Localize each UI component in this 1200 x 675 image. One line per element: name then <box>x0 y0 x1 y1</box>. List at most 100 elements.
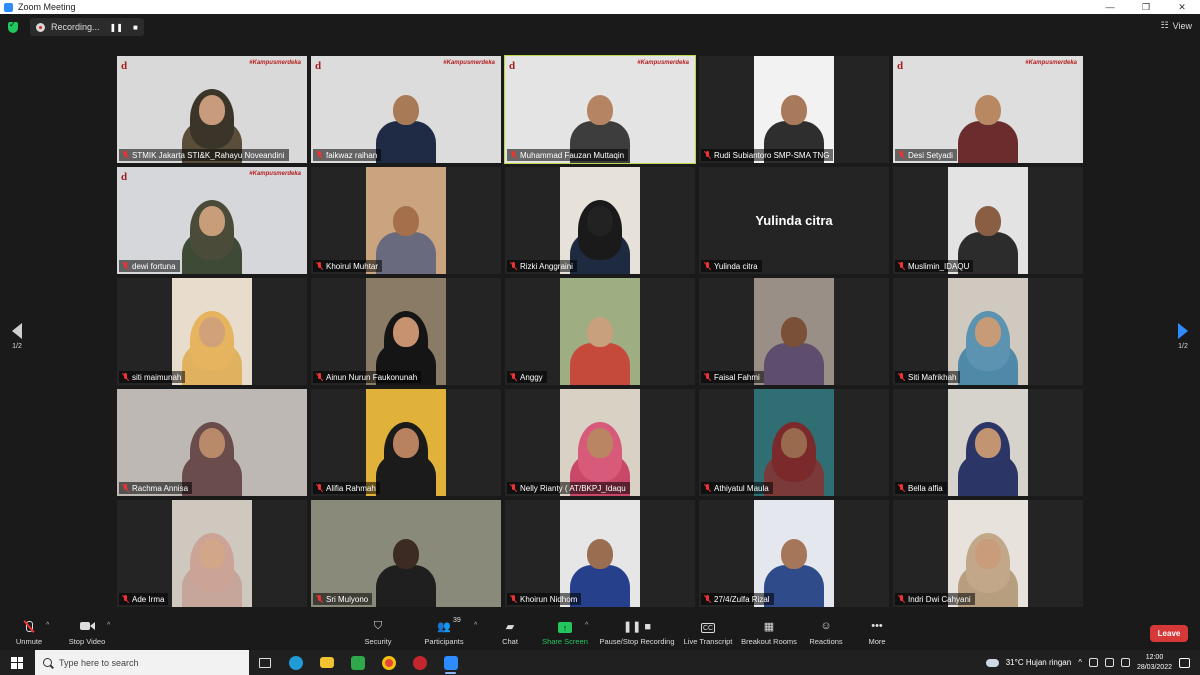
muted-mic-icon <box>510 151 517 159</box>
view-label: View <box>1172 20 1192 31</box>
muted-mic-icon <box>122 484 129 492</box>
network-icon[interactable] <box>1088 658 1098 667</box>
close-button[interactable]: ✕ <box>1164 2 1200 13</box>
participant-tile[interactable]: d #Kampusmerdeka STMIK Jakarta STI&K_Rahay… <box>117 56 307 163</box>
participants-button[interactable]: 👥 39 Participants <box>423 616 465 650</box>
event-hashtag: #Kampusmerdeka <box>1025 60 1077 66</box>
muted-mic-icon <box>704 151 711 159</box>
participant-tile[interactable]: Khoirul Muhtar <box>311 167 501 274</box>
participant-name-label: Muhammad Fauzan Muttaqin <box>507 149 629 161</box>
notification-center-icon[interactable] <box>1179 657 1190 668</box>
volume-icon[interactable] <box>1104 658 1114 667</box>
event-logo: d <box>121 171 128 183</box>
minimize-button[interactable]: — <box>1092 2 1128 12</box>
pause-stop-recording-button[interactable]: ❚❚ ■ Pause/Stop Recording <box>599 616 674 650</box>
share-options-caret[interactable]: ^ <box>585 622 588 629</box>
participant-tile[interactable]: d #Kampusmerdeka dewi fortuna <box>117 167 307 274</box>
video-feed <box>754 500 834 607</box>
participant-name: faikwaz raihan <box>326 150 378 160</box>
restore-button[interactable]: ❐ <box>1128 2 1164 13</box>
language-icon[interactable] <box>1120 658 1130 667</box>
window-titlebar: Zoom Meeting — ❐ ✕ <box>0 0 1200 14</box>
chat-button[interactable]: ▰ Chat <box>499 616 521 650</box>
encryption-shield-icon[interactable] <box>8 20 18 33</box>
event-logo: d <box>897 60 904 72</box>
participant-tile[interactable]: siti maimunah <box>117 278 307 385</box>
participant-tile[interactable]: d #Kampusmerdeka Muhammad Fauzan Muttaqin <box>504 55 696 164</box>
edge-browser-icon[interactable] <box>280 650 311 675</box>
participant-name: Alifia Rahmah <box>326 483 376 493</box>
show-hidden-icons-chevron-icon[interactable]: ^ <box>1078 658 1082 667</box>
participant-tile[interactable]: Yulinda citra Yulinda citra <box>699 167 889 274</box>
previous-page-button[interactable]: 1/2 <box>7 323 27 350</box>
chrome-browser-icon[interactable] <box>373 650 404 675</box>
zoom-taskbar-icon[interactable] <box>435 650 466 675</box>
participant-tile[interactable]: Indri Dwi Cahyani <box>893 500 1083 607</box>
leave-meeting-button[interactable]: Leave <box>1150 625 1188 642</box>
participant-tile[interactable]: Rudi Subiantoro SMP-SMA TNG <box>699 56 889 163</box>
participant-tile[interactable]: Nelly Rianty ( AT/BKPJ_Idaqu <box>505 389 695 496</box>
video-feed <box>948 278 1028 385</box>
participant-tile[interactable]: Sri Mulyono <box>311 500 501 607</box>
unmute-button[interactable]: Unmute <box>14 616 44 650</box>
video-feed <box>560 167 640 274</box>
participant-name: STMIK Jakarta STI&K_Rahayu Noveandini <box>132 150 285 160</box>
participant-tile[interactable]: d #Kampusmerdeka Desi Setyadi <box>893 56 1083 163</box>
participant-name-label: Desi Setyadi <box>895 149 957 161</box>
live-transcript-button[interactable]: CC Live Transcript <box>684 616 732 650</box>
participant-tile[interactable]: d #Kampusmerdeka faikwaz raihan <box>311 56 501 163</box>
participant-tile[interactable]: Alifia Rahmah <box>311 389 501 496</box>
security-button[interactable]: ⛉ Security <box>362 616 394 650</box>
audio-options-caret[interactable]: ^ <box>46 622 49 629</box>
taskbar-search-box[interactable]: Type here to search <box>35 650 249 675</box>
participant-tile[interactable]: Bella alfia <box>893 389 1083 496</box>
green-app-icon[interactable] <box>342 650 373 675</box>
video-feed <box>311 500 501 607</box>
participant-tile[interactable]: Ainun Nurun Faukonunah <box>311 278 501 385</box>
participant-figure <box>182 529 242 607</box>
participant-tile[interactable]: Muslimin_IDAQU <box>893 167 1083 274</box>
participants-options-caret[interactable]: ^ <box>474 622 477 629</box>
view-button[interactable]: ☷ View <box>1161 20 1192 31</box>
smiley-icon: ☺ <box>820 620 832 632</box>
participant-tile[interactable]: Rizki Anggraini <box>505 167 695 274</box>
participant-tile[interactable]: 27/4/Zulfa Rizal <box>699 500 889 607</box>
windows-start-icon[interactable] <box>11 656 23 669</box>
participant-tile[interactable]: Siti Mafrikhah <box>893 278 1083 385</box>
stop-recording-icon[interactable]: ■ <box>133 23 138 32</box>
stop-video-button[interactable]: Stop Video <box>66 616 108 650</box>
breakout-rooms-button[interactable]: ▦ Breakout Rooms <box>741 616 797 650</box>
participant-name: Muslimin_IDAQU <box>908 261 970 271</box>
share-screen-label: Share Screen <box>542 637 588 646</box>
arrow-right-icon <box>1178 323 1188 339</box>
reactions-button[interactable]: ☺ Reactions <box>809 616 843 650</box>
share-screen-icon: ↑ <box>558 622 572 633</box>
participant-name-label: Muslimin_IDAQU <box>895 260 974 272</box>
participant-tile[interactable]: Khoirun Nidhom <box>505 500 695 607</box>
breakout-rooms-icon: ▦ <box>763 620 775 633</box>
red-app-icon[interactable] <box>404 650 435 675</box>
participant-tile[interactable]: Anggy <box>505 278 695 385</box>
event-logo: d <box>121 60 128 72</box>
participant-tile[interactable]: Rachma Annisa <box>117 389 307 496</box>
participant-name-label: Bella alfia <box>895 482 947 494</box>
video-options-caret[interactable]: ^ <box>107 622 110 629</box>
next-page-button[interactable]: 1/2 <box>1173 323 1193 350</box>
more-button[interactable]: ••• More <box>866 616 888 650</box>
participant-tile[interactable]: Faisal Fahmi <box>699 278 889 385</box>
window-title: Zoom Meeting <box>18 2 76 12</box>
task-view-icon[interactable] <box>249 650 280 675</box>
pause-recording-icon[interactable]: ❚❚ <box>110 23 123 32</box>
video-feed <box>172 278 252 385</box>
participant-name-label: 27/4/Zulfa Rizal <box>701 593 774 605</box>
chat-bubble-icon: ▰ <box>505 620 515 633</box>
share-screen-button[interactable]: ↑ Share Screen <box>542 616 588 650</box>
participant-tile[interactable]: Athiyatul Maula <box>699 389 889 496</box>
participant-tile[interactable]: Ade Irma <box>117 500 307 607</box>
participant-name-label: Anggy <box>507 371 547 383</box>
taskbar-clock[interactable]: 12:00 28/03/2022 <box>1137 653 1172 673</box>
breakout-rooms-label: Breakout Rooms <box>741 637 797 646</box>
participant-name-label: Khoirun Nidhom <box>507 593 582 605</box>
file-explorer-icon[interactable] <box>311 650 342 675</box>
weather-text[interactable]: 31°C Hujan ringan <box>1006 658 1071 667</box>
